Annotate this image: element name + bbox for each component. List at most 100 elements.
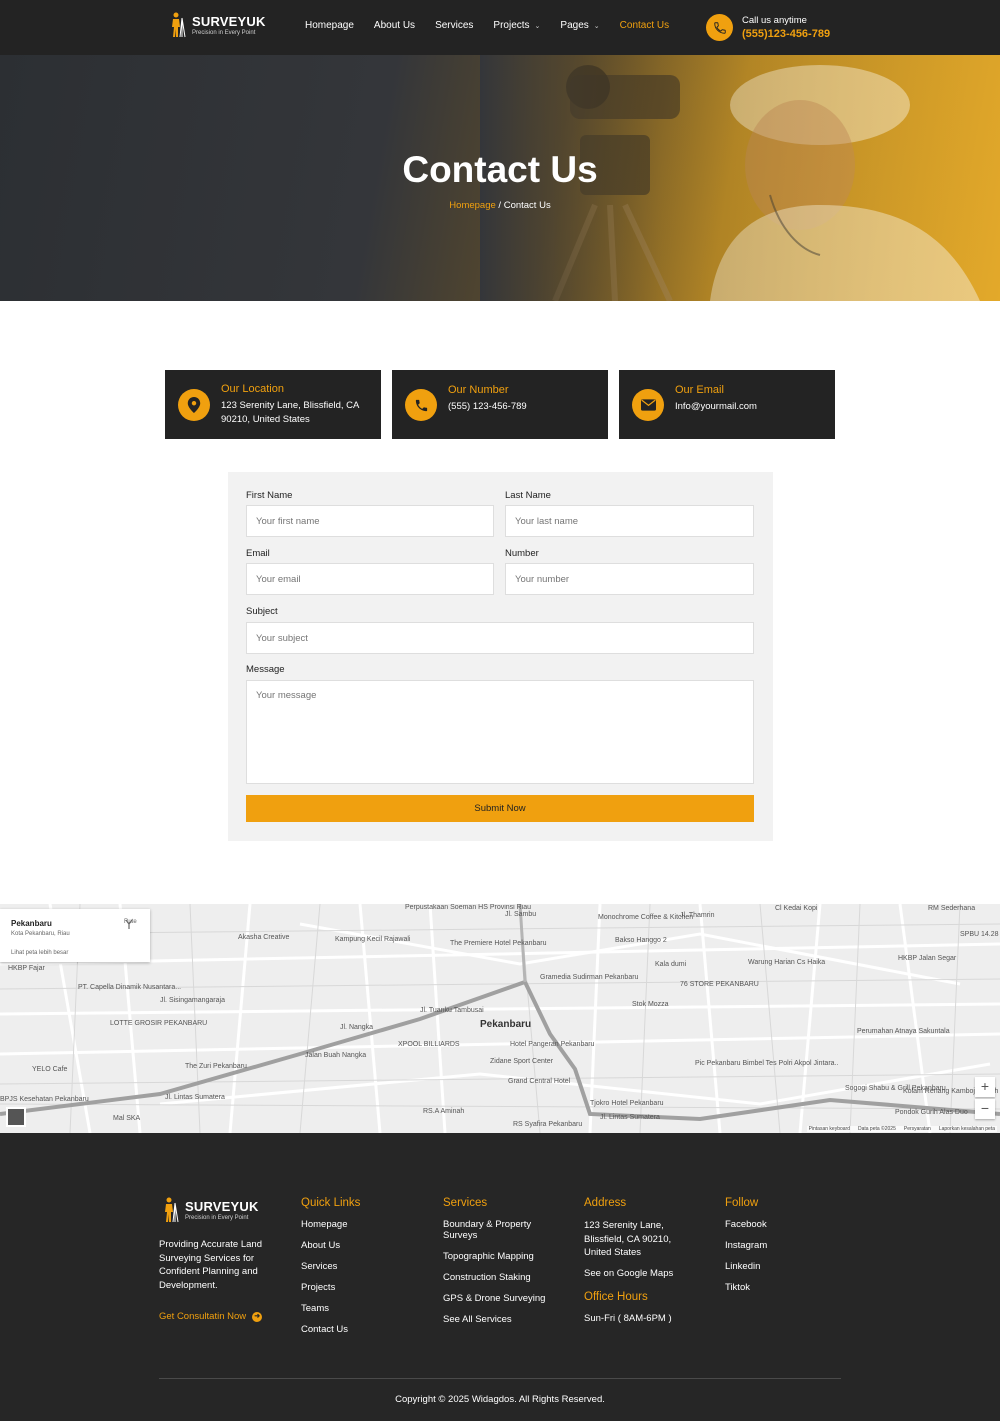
surveyor-logo-icon bbox=[165, 1197, 179, 1223]
map-place-label: Hotel Pangeran Pekanbaru bbox=[510, 1041, 595, 1048]
contact-info-cards: Our Location 123 Serenity Lane, Blissfie… bbox=[165, 370, 835, 439]
first-name-field[interactable] bbox=[246, 505, 494, 537]
footer-see-all-services[interactable]: See All Services bbox=[443, 1314, 553, 1325]
brand-name: SURVEYUK bbox=[192, 14, 266, 29]
phone-icon bbox=[405, 389, 437, 421]
map-info-title: Pekanbaru bbox=[11, 919, 52, 928]
quick-links-column: Quick Links Homepage About Us Services P… bbox=[301, 1197, 360, 1345]
chevron-down-icon: ⌄ bbox=[534, 22, 541, 30]
linkedin-link[interactable]: Linkedin bbox=[725, 1261, 767, 1272]
map-place-label: RM Sederhana bbox=[928, 905, 976, 912]
nav-contact-us[interactable]: Contact Us bbox=[620, 20, 669, 31]
facebook-link[interactable]: Facebook bbox=[725, 1219, 767, 1230]
terms-link[interactable]: Persyaratan bbox=[904, 1126, 931, 1132]
zoom-out-button[interactable]: − bbox=[975, 1099, 995, 1119]
subject-label: Subject bbox=[246, 606, 278, 617]
map-place-label: Jl. Sisingamangaraja bbox=[160, 997, 225, 1004]
office-hours: Sun-Fri ( 8AM-6PM ) bbox=[584, 1312, 672, 1324]
last-name-label: Last Name bbox=[505, 490, 551, 501]
footer-description: Providing Accurate Land Surveying Servic… bbox=[159, 1239, 262, 1291]
last-name-field[interactable] bbox=[505, 505, 754, 537]
site-footer: SURVEYUK Precision in Every Point Provid… bbox=[0, 1133, 1000, 1421]
zoom-in-button[interactable]: + bbox=[975, 1077, 995, 1097]
quick-links-title: Quick Links bbox=[301, 1197, 361, 1209]
brand-logo[interactable]: SURVEYUK Precision in Every Point bbox=[170, 12, 266, 38]
services-column: Services Boundary & Property Surveys Top… bbox=[443, 1197, 553, 1335]
office-hours-title: Office Hours bbox=[584, 1290, 648, 1303]
nav-pages[interactable]: Pages ⌄ bbox=[560, 20, 599, 31]
tiktok-link[interactable]: Tiktok bbox=[725, 1282, 767, 1293]
breadcrumb: Homepage / Contact Us bbox=[0, 200, 1000, 211]
nav-projects[interactable]: Projects ⌄ bbox=[493, 20, 540, 31]
nav-services[interactable]: Services bbox=[435, 20, 473, 31]
card-text[interactable]: Info@yourmail.com bbox=[675, 400, 825, 414]
message-label: Message bbox=[246, 664, 285, 675]
map-place-label: YELO Cafe bbox=[32, 1066, 68, 1073]
keyboard-shortcuts-link[interactable]: Pintasan keyboard bbox=[809, 1126, 850, 1132]
address-title: Address bbox=[584, 1197, 627, 1209]
subject-field[interactable] bbox=[246, 622, 754, 654]
map-place-label: Jl. Sambu bbox=[505, 911, 537, 918]
footer-service-topographic[interactable]: Topographic Mapping bbox=[443, 1251, 553, 1262]
map-place-label: Cl Kedai Kopi bbox=[775, 905, 818, 912]
map-place-label: Stok Mozza bbox=[632, 1001, 669, 1008]
map-place-label: Perpustakaan Soeman HS Provinsi Riau bbox=[405, 904, 532, 911]
phone-icon bbox=[706, 14, 733, 41]
consultation-link[interactable]: Get Consultatin Now ➜ bbox=[159, 1311, 263, 1322]
footer-service-gps-drone[interactable]: GPS & Drone Surveying bbox=[443, 1293, 553, 1304]
card-text[interactable]: (555) 123-456-789 bbox=[448, 400, 598, 414]
submit-button[interactable]: Submit Now bbox=[246, 795, 754, 822]
footer-divider bbox=[159, 1378, 841, 1379]
map-place-label: Kala dumi bbox=[655, 961, 687, 968]
footer-link-homepage[interactable]: Homepage bbox=[301, 1219, 360, 1230]
nav-label: About Us bbox=[373, 20, 416, 31]
email-label: Email bbox=[246, 548, 270, 559]
map-thumbnail[interactable] bbox=[6, 1107, 26, 1127]
nav-label: Homepage bbox=[305, 20, 354, 31]
map-place-label: SPBU 14.28 bbox=[960, 931, 999, 938]
consultation-label: Get Consultatin Now bbox=[159, 1311, 247, 1322]
nav-label: Pages bbox=[560, 20, 589, 31]
report-error-link[interactable]: Laporkan kesalahan peta bbox=[939, 1126, 995, 1132]
location-map[interactable]: Pekanbaru Perpustakaan Soeman HS Provins… bbox=[0, 904, 1000, 1133]
footer-link-projects[interactable]: Projects bbox=[301, 1282, 360, 1293]
email-field[interactable] bbox=[246, 563, 494, 595]
instagram-link[interactable]: Instagram bbox=[725, 1240, 767, 1251]
nav-about-us[interactable]: About Us bbox=[374, 20, 415, 31]
footer-service-boundary[interactable]: Boundary & Property Surveys bbox=[443, 1219, 553, 1241]
number-label: Number bbox=[505, 548, 539, 559]
nav-label: Contact Us bbox=[619, 20, 670, 31]
follow-column: Follow Facebook Instagram Linkedin Tikto… bbox=[725, 1197, 767, 1303]
address-column: Address 123 Serenity Lane, Blissfield, C… bbox=[584, 1197, 684, 1334]
contact-form: First Name Last Name Email Number Subjec… bbox=[228, 472, 773, 841]
footer-logo[interactable]: SURVEYUK Precision in Every Point bbox=[163, 1197, 259, 1223]
number-field[interactable] bbox=[505, 563, 754, 595]
footer-link-teams[interactable]: Teams bbox=[301, 1303, 360, 1314]
first-name-label: First Name bbox=[246, 490, 293, 501]
nav-label: Services bbox=[435, 20, 474, 31]
page-hero: Contact Us Homepage / Contact Us bbox=[0, 55, 1000, 301]
map-place-label: Jalan Buah Nangka bbox=[305, 1052, 367, 1059]
map-place-label: Bakso Hanggo 2 bbox=[615, 937, 667, 944]
map-place-label: XPOOL BILLIARDS bbox=[398, 1041, 460, 1048]
call-number[interactable]: (555)123-456-789 bbox=[742, 28, 830, 40]
view-larger-map-link[interactable]: Lihat peta lebih besar bbox=[11, 950, 68, 956]
footer-service-staking[interactable]: Construction Staking bbox=[443, 1272, 553, 1283]
directions-button[interactable]: Rute bbox=[124, 919, 137, 929]
call-box[interactable]: Call us anytime (555)123-456-789 bbox=[706, 14, 830, 41]
map-place-label: 76 STORE PEKANBARU bbox=[680, 981, 759, 988]
phone-card: Our Number (555) 123-456-789 bbox=[392, 370, 608, 439]
map-street-label: Jl. Nangka bbox=[340, 1024, 374, 1031]
brand-tagline: Precision in Every Point bbox=[192, 30, 256, 36]
footer-link-services[interactable]: Services bbox=[301, 1261, 360, 1272]
directions-icon bbox=[125, 919, 133, 929]
google-maps-link[interactable]: See on Google Maps bbox=[584, 1268, 684, 1279]
message-field[interactable] bbox=[246, 680, 754, 784]
nav-homepage[interactable]: Homepage bbox=[305, 20, 354, 31]
map-place-label: Mal SKA bbox=[113, 1115, 141, 1122]
breadcrumb-homepage-link[interactable]: Homepage bbox=[449, 200, 495, 211]
map-place-label: Pic Pekanbaru Bimbel Tes Polri Akpol Jin… bbox=[695, 1060, 839, 1067]
footer-link-contact-us[interactable]: Contact Us bbox=[301, 1324, 360, 1335]
footer-link-about-us[interactable]: About Us bbox=[301, 1240, 360, 1251]
services-title: Services bbox=[443, 1197, 488, 1209]
